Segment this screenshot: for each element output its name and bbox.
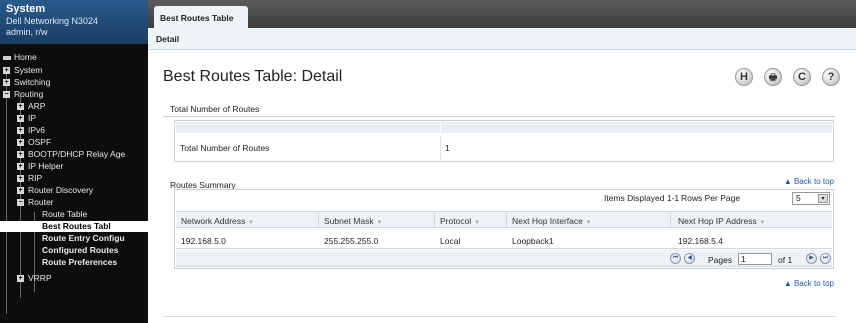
section-title-total: Total Number of Routes	[170, 104, 260, 114]
collapse-icon[interactable]: −	[3, 91, 10, 98]
col-header-protocol[interactable]: Protocol ▾	[440, 216, 479, 226]
nav-item-arp[interactable]: + ARP	[0, 101, 148, 112]
tab-best-routes-table[interactable]: Best Routes Table	[154, 6, 248, 28]
column-divider	[434, 213, 435, 227]
column-divider	[670, 213, 671, 227]
expand-icon[interactable]: +	[17, 175, 24, 182]
last-page-icon[interactable]: ⏭	[820, 253, 831, 264]
items-displayed: Items Displayed 1-1	[604, 193, 680, 203]
bottom-divider	[163, 316, 835, 317]
page-number-input[interactable]: 1	[738, 253, 772, 265]
row-divider	[176, 248, 832, 249]
nav-item-route-table[interactable]: Route Table	[0, 209, 148, 220]
nav-item-system[interactable]: + System	[0, 65, 148, 76]
device-model: Dell Networking N3024	[6, 16, 99, 26]
col-header-next-hop-ip[interactable]: Next Hop IP Address ▾	[678, 216, 764, 226]
nav-item-route-entry-config[interactable]: Route Entry Configu	[0, 233, 148, 244]
user-info: admin, r/w	[6, 27, 48, 37]
cell-next-hop-ip: 192.168.5.4	[678, 236, 723, 246]
rows-per-page-label: Rows Per Page	[681, 193, 741, 203]
print-icon[interactable]: 🖶	[764, 68, 782, 86]
nav-item-ipv6[interactable]: + IPv6	[0, 125, 148, 136]
total-routes-value: 1	[445, 143, 450, 153]
expand-icon[interactable]: +	[3, 67, 10, 74]
expand-icon[interactable]: +	[17, 151, 24, 158]
system-title: System	[6, 3, 46, 15]
home-icon	[3, 56, 11, 60]
left-nav-panel: System Dell Networking N3024 admin, r/w …	[0, 0, 148, 323]
rows-per-page-value: 5	[796, 193, 801, 203]
next-page-icon[interactable]: ▶	[806, 253, 817, 264]
nav-item-switching[interactable]: + Switching	[0, 77, 148, 88]
expand-icon[interactable]: +	[17, 115, 24, 122]
pages-label: Pages	[708, 255, 733, 265]
back-to-top-link[interactable]: ▲ Back to top	[784, 177, 834, 186]
nav-item-ospf[interactable]: + OSPF	[0, 137, 148, 148]
nav-item-routing[interactable]: − Routing	[0, 89, 148, 100]
help-icon[interactable]: ?	[822, 68, 840, 86]
sort-icon: ▾	[377, 219, 382, 226]
col-header-subnet-mask[interactable]: Subnet Mask ▾	[324, 216, 381, 226]
back-to-top-link[interactable]: ▲ Back to top	[784, 279, 834, 288]
rows-per-page-select[interactable]: 5 ▾	[792, 192, 830, 205]
tab-bar: Best Routes Table	[148, 0, 856, 28]
cell-subnet-mask: 255.255.255.0	[324, 236, 379, 246]
h-icon[interactable]: H	[735, 68, 753, 86]
nav-item-bootp-dhcp-relay[interactable]: + BOOTP/DHCP Relay Age	[0, 149, 148, 160]
section-divider	[163, 116, 835, 117]
expand-icon[interactable]: +	[3, 79, 10, 86]
expand-icon[interactable]: +	[17, 103, 24, 110]
collapse-icon[interactable]: −	[17, 199, 24, 206]
col-header-network-address[interactable]: Network Address ▾	[181, 216, 253, 226]
chevron-down-icon: ▾	[818, 194, 828, 203]
nav-item-configured-routes[interactable]: Configured Routes	[0, 245, 148, 256]
expand-icon[interactable]: +	[17, 187, 24, 194]
expand-icon[interactable]: +	[17, 275, 24, 282]
column-divider	[440, 136, 441, 160]
column-divider	[318, 213, 319, 227]
nav-item-ip-helper[interactable]: + IP Helper	[0, 161, 148, 172]
nav-item-router-discovery[interactable]: + Router Discovery	[0, 185, 148, 196]
sort-icon: ▾	[586, 219, 591, 226]
nav-item-route-preferences[interactable]: Route Preferences	[0, 257, 148, 268]
sort-icon: ▾	[760, 219, 765, 226]
col-header-next-hop-interface[interactable]: Next Hop Interface ▾	[512, 216, 590, 226]
nav-item-router[interactable]: − Router	[0, 197, 148, 208]
refresh-icon[interactable]: C	[793, 68, 811, 86]
pager-bar	[176, 250, 832, 267]
system-header: System Dell Networking N3024 admin, r/w	[0, 0, 148, 44]
total-routes-label: Total Number of Routes	[180, 143, 270, 153]
prev-page-icon[interactable]: ◀	[684, 253, 695, 264]
nav-item-vrrp[interactable]: + VRRP	[0, 273, 148, 284]
page-count: of 1	[778, 255, 793, 265]
nav-item-home[interactable]: Home	[0, 52, 148, 63]
expand-icon[interactable]: +	[17, 139, 24, 146]
column-divider	[506, 213, 507, 227]
expand-icon[interactable]: +	[17, 163, 24, 170]
sort-icon: ▾	[475, 219, 479, 226]
column-divider	[440, 122, 441, 133]
total-panel-header	[176, 122, 832, 133]
cell-next-hop-interface: Loopback1	[512, 236, 554, 246]
nav-item-ip[interactable]: + IP	[0, 113, 148, 124]
page-title: Best Routes Table: Detail	[163, 68, 343, 85]
expand-icon[interactable]: +	[17, 127, 24, 134]
first-page-icon[interactable]: ⏮	[670, 253, 681, 264]
cell-protocol: Local	[440, 236, 461, 246]
sort-icon: ▾	[249, 219, 253, 226]
subtab-detail[interactable]: Detail	[156, 34, 179, 44]
nav-item-best-routes-table[interactable]: Best Routes Tabl	[0, 221, 148, 232]
nav-item-rip[interactable]: + RIP	[0, 173, 148, 184]
cell-network-address: 192.168.5.0	[181, 236, 226, 246]
sub-tab-bar: Detail	[148, 28, 856, 50]
